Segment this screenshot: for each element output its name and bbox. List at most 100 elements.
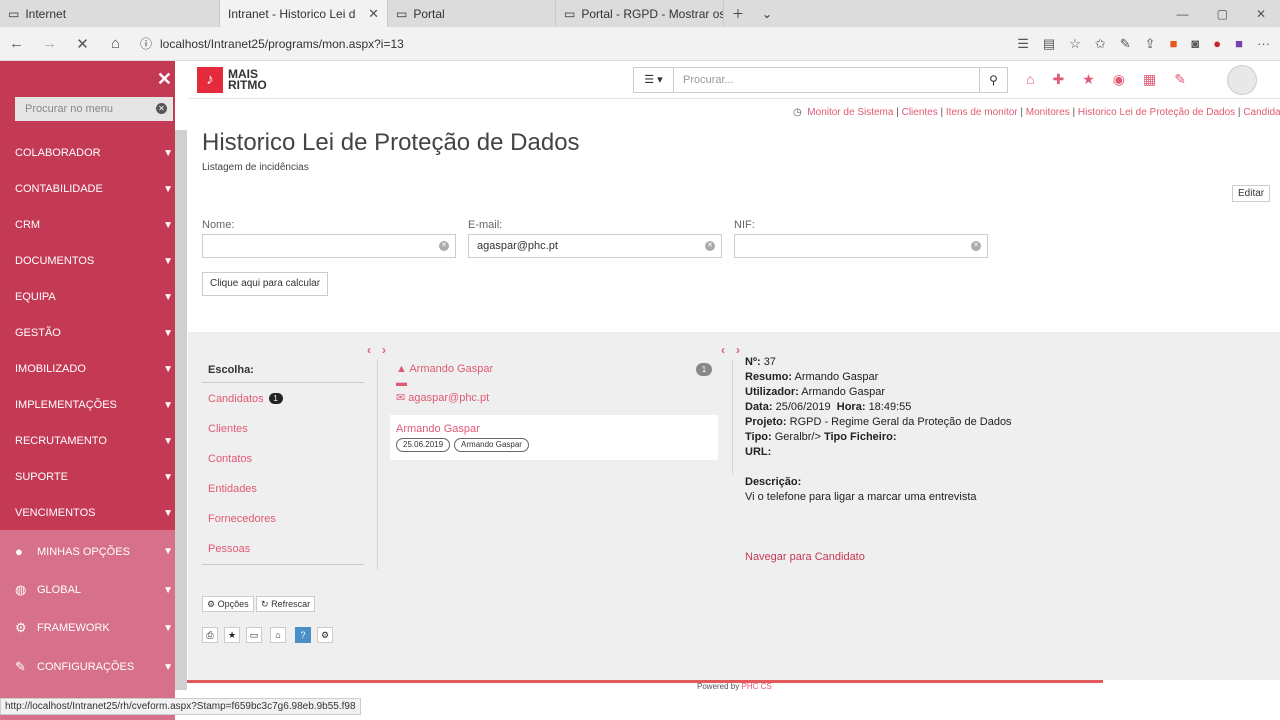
clock-icon[interactable]: ◉ [1113,71,1125,88]
sidebar-item-contabilidade[interactable]: CONTABILIDADE ▼ [15,183,173,195]
list-item[interactable]: Armando Gaspar 25.06.2019 Armando Gaspar [390,415,718,460]
sidebar-item-imobilizado[interactable]: IMOBILIZADO ▼ [15,363,173,375]
clear-icon[interactable]: ✕ [705,241,715,251]
browser-tab-active[interactable]: Intranet - Historico Lei d ✕ [220,0,388,27]
choice-contatos[interactable]: Contatos [208,453,252,465]
browser-tab[interactable]: ▭ Internet [0,0,220,27]
gear-icon: ⚙ [207,599,216,609]
sidebar-item-documentos[interactable]: DOCUMENTOS ▼ [15,255,173,267]
chevron-down-icon[interactable]: ⌄ [754,0,784,27]
sidebar-item-gestao[interactable]: GESTÃO ▼ [15,327,173,339]
clear-icon[interactable]: ✕ [439,241,449,251]
person-name-link[interactable]: ▲ Armando Gaspar [396,363,493,375]
monitor-icon[interactable]: ▭ [246,627,262,643]
reader-icon[interactable]: ▤ [1043,36,1055,52]
breadcrumb-link[interactable]: Itens de monitor [946,107,1018,118]
sidebar-item-global[interactable]: ◍ GLOBAL ▼ [15,582,173,598]
detail-type: Tipo: Geralbr/> Tipo Ficheiro: [745,431,897,443]
gear-icon[interactable]: ⚙ [317,627,333,643]
star-icon[interactable]: ★ [1082,71,1095,88]
search-mode-dropdown[interactable]: ☰ ▾ [634,68,674,92]
clear-icon[interactable]: ✕ [971,241,981,251]
powered-by: Powered by PHC CS [697,682,772,691]
sidebar-item-minhas-opcoes[interactable]: ● MINHAS OPÇÕES ▼ [15,544,173,559]
share-icon[interactable]: ⇪ [1145,36,1156,52]
breadcrumb-link[interactable]: Candidatos [1243,107,1280,118]
user-icon: ▲ [396,363,407,375]
close-window-icon[interactable]: ✕ [1256,7,1266,21]
onenote-icon[interactable]: ■ [1235,36,1243,51]
options-button[interactable]: ⚙ Opções [202,596,254,612]
calculate-button[interactable]: Clique aqui para calcular [202,272,329,296]
new-tab-button[interactable]: ＋ [724,0,754,27]
detail-date: Data: 25/06/2019 Hora: 18:49:55 [745,401,912,413]
sidebar-item-recrutamento[interactable]: RECRUTAMENTO ▼ [15,435,173,447]
close-tab-icon[interactable]: ✕ [368,6,379,22]
page-subtitle: Listagem de incidências [202,162,309,173]
plus-icon[interactable]: ✚ [1052,71,1064,88]
breadcrumb-link[interactable]: Monitores [1026,107,1070,118]
office-icon[interactable]: ■ [1170,36,1178,51]
url-field[interactable]: ⓘ localhost/Intranet25/programs/mon.aspx… [140,31,990,57]
sidebar-scrollbar[interactable] [175,130,187,690]
search-input[interactable]: Procurar... [674,68,979,92]
chevron-right-icon[interactable]: › [382,343,386,357]
stop-icon[interactable]: ✕ [66,35,99,53]
sidebar-item-implementacoes[interactable]: IMPLEMENTAÇÕES ▼ [15,399,173,411]
person-email-link[interactable]: ✉ agaspar@phc.pt [396,391,493,404]
calendar-icon[interactable]: ▦ [1143,71,1156,88]
choice-pessoas[interactable]: Pessoas [208,543,250,555]
sidebar-item-vencimentos[interactable]: VENCIMENTOS ▼ [15,507,173,519]
detail-description-label: Descrição: [745,476,802,488]
clear-icon[interactable]: ✕ [156,103,167,114]
choice-candidatos[interactable]: Candidatos 1 [208,393,283,405]
sidebar-item-configuracoes[interactable]: ✎ CONFIGURAÇÕES ▼ [15,659,173,675]
print-icon[interactable]: ⎙ [202,627,218,643]
minimize-icon[interactable]: — [1177,7,1189,21]
phc-link[interactable]: PHC CS [741,682,771,691]
star-icon[interactable]: ☆ [1069,36,1081,52]
back-icon[interactable]: ← [0,35,33,52]
help-icon[interactable]: ? [295,627,311,643]
menu-search-input[interactable]: Procurar no menu ✕ [15,97,173,121]
edit-button[interactable]: Editar [1232,185,1271,202]
pen-icon[interactable]: ✎ [1120,36,1131,52]
breadcrumb-link[interactable]: Historico Lei de Proteção de Dados [1078,107,1235,118]
sidebar-item-crm[interactable]: CRM ▼ [15,219,173,231]
choice-clientes[interactable]: Clientes [208,423,248,435]
breadcrumb-link[interactable]: Monitor de Sistema [807,107,893,118]
more-icon[interactable]: ··· [1257,36,1270,51]
forward-icon[interactable]: → [33,35,66,52]
email-field[interactable]: agaspar@phc.pt ✕ [468,234,722,258]
browser-tab[interactable]: ▭ Portal [388,0,556,27]
close-icon[interactable]: ✕ [157,69,172,90]
navigate-candidate-link[interactable]: Navegar para Candidato [745,551,865,563]
search-icon[interactable]: ⚲ [979,68,1007,92]
chevron-left-icon[interactable]: ‹ [367,343,371,357]
logo[interactable]: ♪ MAIS RITMO [197,67,267,93]
sidebar-item-framework[interactable]: ⚙ FRAMEWORK ▼ [15,620,173,636]
chevron-left-icon[interactable]: ‹ [721,343,725,357]
pocket-icon[interactable]: ◙ [1191,36,1199,51]
sidebar-item-suporte[interactable]: SUPORTE ▼ [15,471,173,483]
wrench-icon[interactable]: ✎ [1174,71,1186,88]
browser-tab[interactable]: ▭ Portal - RGPD - Mostrar os d [556,0,724,27]
reading-list-icon[interactable]: ☰ [1017,36,1029,52]
refresh-button[interactable]: ↻ Refrescar [256,596,316,612]
maximize-icon[interactable]: ▢ [1217,7,1228,21]
breadcrumb-link[interactable]: Clientes [902,107,938,118]
home-icon[interactable]: ⌂ [1026,71,1034,88]
favorites-icon[interactable]: ✩ [1095,36,1106,52]
chevron-right-icon[interactable]: › [736,343,740,357]
choice-entidades[interactable]: Entidades [208,483,257,495]
home-icon[interactable]: ⌂ [99,35,132,52]
avatar[interactable] [1227,65,1257,95]
sidebar-item-colaborador[interactable]: COLABORADOR ▼ [15,147,173,159]
nif-field[interactable]: ✕ [734,234,988,258]
choice-fornecedores[interactable]: Fornecedores [208,513,276,525]
star-icon[interactable]: ★ [224,627,240,643]
name-field[interactable]: ✕ [202,234,456,258]
sidebar-item-equipa[interactable]: EQUIPA ▼ [15,291,173,303]
home-add-icon[interactable]: ⌂ [270,627,286,643]
pinterest-icon[interactable]: ● [1213,36,1221,51]
